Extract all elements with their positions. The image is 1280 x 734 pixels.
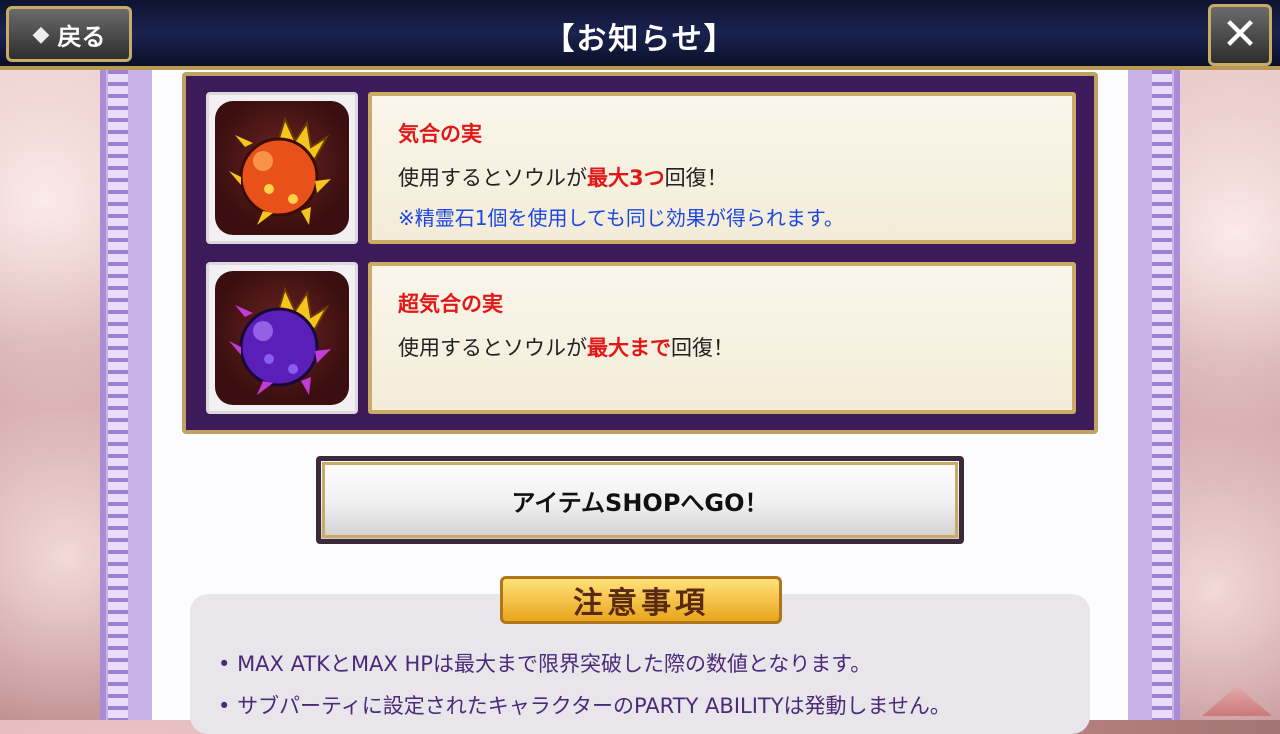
notes-heading: 注意事項: [500, 576, 782, 624]
effect-suffix: 回復！: [671, 336, 734, 360]
item-name: 超気合の実: [398, 292, 503, 316]
note-item: • サブパーティに設定されたキャラクターのPARTY ABILITYは発動しませ…: [218, 694, 951, 718]
item-description: 超気合の実 使用するとソウルが最大まで回復！: [368, 262, 1076, 414]
left-decorative-background: [0, 70, 110, 720]
item-note: ※精霊石1個を使用しても同じ効果が得られます。: [398, 206, 844, 230]
item-effect: 使用するとソウルが最大まで回復！: [398, 332, 1046, 362]
purple-spiked-fruit-icon: [229, 286, 331, 395]
shop-button-label: アイテムSHOPへGO！: [511, 488, 769, 517]
item-effect: 使用するとソウルが最大3つ回復！: [398, 162, 1046, 192]
header-bar: ◆ 戻る 【お知らせ】 ✕: [0, 0, 1280, 70]
item-list: 気合の実 使用するとソウルが最大3つ回復！ ※精霊石1個を使用しても同じ効果が得…: [182, 72, 1098, 434]
right-decorative-background: [1170, 70, 1280, 720]
item-icon-frame: [206, 262, 358, 414]
orange-spiked-fruit-icon: [229, 116, 331, 225]
effect-text: 使用するとソウルが: [398, 336, 587, 360]
item-icon-frame: [206, 92, 358, 244]
note-item: • MAX ATKとMAX HPは最大まで限界突破した際の数値となります。: [218, 652, 872, 676]
list-item: 超気合の実 使用するとソウルが最大まで回復！: [206, 262, 1076, 414]
effect-highlight: 最大3つ: [587, 166, 665, 190]
item-description: 気合の実 使用するとソウルが最大3つ回復！ ※精霊石1個を使用しても同じ効果が得…: [368, 92, 1076, 244]
item-name: 気合の実: [398, 122, 482, 146]
effect-text: 使用するとソウルが: [398, 166, 587, 190]
item-shop-button[interactable]: アイテムSHOPへGO！: [316, 456, 964, 544]
effect-highlight: 最大まで: [587, 336, 671, 360]
note-text: サブパーティに設定されたキャラクターのPARTY ABILITYは発動しません。: [237, 694, 951, 718]
right-lace-border: [1152, 70, 1172, 720]
effect-suffix: 回復！: [664, 166, 728, 190]
note-text: MAX ATKとMAX HPは最大まで限界突破した際の数値となります。: [237, 652, 872, 676]
close-button[interactable]: ✕: [1208, 4, 1272, 66]
page-title: 【お知らせ】: [544, 22, 736, 57]
close-icon: ✕: [1221, 9, 1259, 60]
list-item: 気合の実 使用するとソウルが最大3つ回復！ ※精霊石1個を使用しても同じ効果が得…: [206, 92, 1076, 244]
left-lace-border: [108, 70, 128, 720]
